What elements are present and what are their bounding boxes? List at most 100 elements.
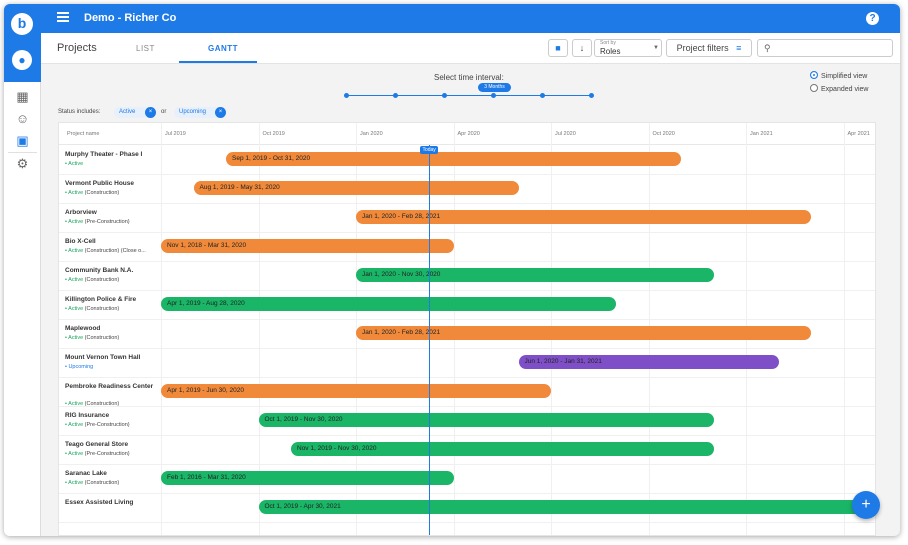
add-project-button[interactable]: + — [852, 491, 880, 519]
table-row[interactable]: Mount Vernon Town Hall • Upcoming — [59, 349, 875, 378]
table-row[interactable]: Teago General Store • Active (Pre-Constru… — [59, 436, 875, 465]
interval-stop[interactable] — [344, 93, 349, 98]
status-joiner: or — [161, 109, 167, 115]
month-tick-label: Jul 2020 — [555, 131, 576, 137]
nav-rail: b ● ▦ ☺ ▣ ⚙ — [4, 4, 41, 536]
expanded-view-radio[interactable]: Expanded view — [810, 84, 868, 93]
month-tick-label: Jan 2020 — [360, 131, 383, 137]
filter-icon: ≡ — [736, 43, 742, 53]
chip-label: Upcoming — [179, 109, 207, 115]
table-row[interactable]: Vermont Public House • Active (Constructi… — [59, 175, 875, 204]
month-tick-label: Oct 2019 — [262, 131, 285, 137]
help-icon[interactable]: ? — [866, 12, 879, 25]
project-status: • Active — [65, 161, 159, 167]
sort-by-label: Sort by — [600, 40, 616, 46]
status-dot-icon: • Active — [65, 451, 84, 457]
table-row[interactable]: Killington Police & Fire • Active (Constr… — [59, 291, 875, 320]
tab-gantt[interactable]: GANTT — [208, 44, 238, 53]
project-status: • Active (Pre-Construction) — [65, 451, 130, 457]
interval-stop[interactable] — [540, 93, 545, 98]
table-row[interactable]: Murphy Theater - Phase I • Active — [59, 146, 875, 175]
tab-bar: Projects LIST GANTT ■ ↓ Sort by Roles ▼ … — [41, 33, 900, 64]
project-status: • Active (Construction) (Close o... — [65, 248, 146, 254]
month-tick-label: Jan 2021 — [750, 131, 773, 137]
search-icon: ⚲ — [764, 43, 771, 53]
status-dot-icon: • Active — [65, 422, 84, 428]
month-tick-label: Apr 2021 — [847, 131, 870, 137]
project-name[interactable]: Pembroke Readiness Center — [65, 382, 155, 391]
table-row[interactable]: Pembroke Readiness Center • Active (Const… — [59, 378, 875, 407]
status-dot-icon: • Active — [65, 335, 84, 341]
table-row[interactable]: Arborview • Active (Pre-Construction) — [59, 204, 875, 233]
status-chip-upcoming[interactable]: Upcoming × — [174, 107, 226, 118]
status-dot-icon: • Active — [65, 480, 84, 486]
menu-icon[interactable] — [57, 12, 69, 22]
interval-value-pill: 3 Months — [478, 83, 511, 92]
project-name[interactable]: Bio X-Cell — [65, 237, 155, 246]
project-name[interactable]: Essex Assisted Living — [65, 498, 155, 507]
project-status: • Active (Construction) — [65, 335, 120, 341]
table-row[interactable]: Bio X-Cell • Active (Construction) (Close… — [59, 233, 875, 262]
table-row[interactable]: RIG Insurance • Active (Pre-Construction) — [59, 407, 875, 436]
project-filters-label: Project filters — [676, 43, 729, 53]
project-name[interactable]: Killington Police & Fire — [65, 295, 155, 304]
interval-stop-selected[interactable] — [491, 93, 496, 98]
project-name[interactable]: Murphy Theater - Phase I — [65, 150, 155, 159]
project-status: • Active (Construction) — [65, 277, 120, 283]
app-window: b ● ▦ ☺ ▣ ⚙ Demo - Richer Co ? Projects … — [4, 4, 900, 536]
project-name[interactable]: Saranac Lake — [65, 469, 155, 478]
status-dot-icon: • Active — [65, 219, 84, 225]
account-icon[interactable]: ● — [12, 50, 32, 70]
projects-icon[interactable]: ▣ — [4, 130, 41, 152]
project-name[interactable]: Maplewood — [65, 324, 155, 333]
interval-label: Select time interval: — [434, 73, 504, 82]
app-title: Demo - Richer Co — [84, 12, 177, 24]
project-name[interactable]: Community Bank N.A. — [65, 266, 155, 275]
table-row[interactable]: Saranac Lake • Active (Construction) — [59, 465, 875, 494]
table-row[interactable]: Essex Assisted Living — [59, 494, 875, 523]
table-row[interactable]: Community Bank N.A. • Active (Constructio… — [59, 262, 875, 291]
person-icon[interactable]: ☺ — [4, 108, 41, 130]
interval-stop[interactable] — [589, 93, 594, 98]
radio-unchecked-icon — [810, 84, 818, 92]
active-tab-indicator — [179, 61, 257, 63]
brand-logo-icon[interactable]: b — [11, 13, 33, 35]
month-tick-label: Jul 2019 — [165, 131, 186, 137]
simplified-view-radio[interactable]: Simplified view — [810, 71, 867, 80]
table-row[interactable]: Maplewood • Active (Construction) — [59, 320, 875, 349]
gantt-chart: Project name Jul 2019 Oct 2019 Jan 2020 Apr… — [58, 122, 876, 536]
radio-checked-icon — [810, 71, 818, 79]
month-tick-label: Oct 2020 — [652, 131, 675, 137]
status-dot-icon: • Active — [65, 306, 84, 312]
project-status: • Active (Pre-Construction) — [65, 422, 130, 428]
month-tick-label: Apr 2020 — [457, 131, 480, 137]
project-status: • Upcoming — [65, 364, 159, 370]
chip-label: Active — [119, 109, 136, 115]
project-name[interactable]: Teago General Store — [65, 440, 155, 449]
tab-list[interactable]: LIST — [136, 44, 155, 53]
column-header-project: Project name — [67, 131, 100, 137]
export-button[interactable]: ■ — [548, 39, 568, 57]
gear-icon[interactable]: ⚙ — [4, 153, 41, 175]
status-dot-icon: • Upcoming — [65, 364, 94, 370]
project-name[interactable]: Vermont Public House — [65, 179, 155, 188]
project-name[interactable]: Mount Vernon Town Hall — [65, 353, 155, 362]
sort-direction-button[interactable]: ↓ — [572, 39, 592, 57]
project-name[interactable]: RIG Insurance — [65, 411, 155, 420]
sort-by-value: Roles — [600, 47, 621, 56]
project-name[interactable]: Arborview — [65, 208, 155, 217]
interval-slider-track[interactable] — [346, 95, 591, 96]
dashboard-icon[interactable]: ▦ — [4, 86, 41, 108]
interval-stop[interactable] — [442, 93, 447, 98]
status-chip-active[interactable]: Active × — [114, 107, 156, 118]
search-input[interactable]: ⚲ — [757, 39, 893, 57]
expanded-view-label: Expanded view — [821, 86, 869, 93]
interval-stop[interactable] — [393, 93, 398, 98]
project-filters-button[interactable]: Project filters ≡ — [666, 39, 752, 57]
status-dot-icon: • Active — [65, 277, 84, 283]
project-status: • Active (Pre-Construction) — [65, 219, 130, 225]
close-icon[interactable]: × — [145, 107, 156, 118]
close-icon[interactable]: × — [215, 107, 226, 118]
arrow-down-icon: ↓ — [579, 43, 585, 53]
chevron-down-icon: ▼ — [653, 45, 659, 51]
